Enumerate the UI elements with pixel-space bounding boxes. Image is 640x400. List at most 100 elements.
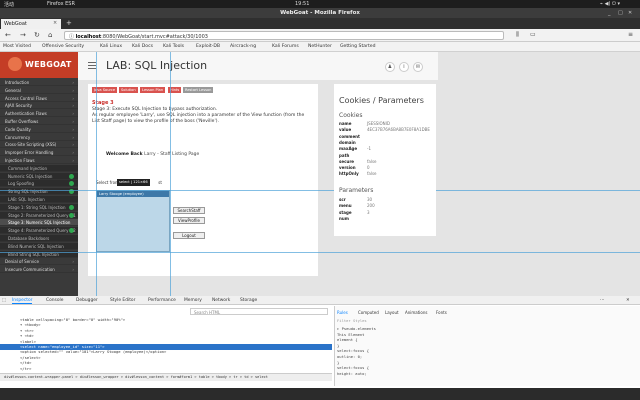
cookie-key: version [339, 165, 356, 171]
tab-computed[interactable]: Computed [358, 310, 379, 315]
bookmark-kali-tools[interactable]: Kali Tools [163, 44, 184, 49]
sidebar-item[interactable]: Improper Error Handling › [0, 149, 78, 157]
sidebar-item[interactable]: Numeric SQL Injection [0, 172, 78, 180]
bookmark-kali-linux[interactable]: Kali Linux [100, 44, 122, 49]
markup-line[interactable]: <table cellspacing="0" border="0" width=… [20, 317, 125, 322]
bookmark-kali-docs[interactable]: Kali Docs [132, 44, 153, 49]
sidebar-item[interactable]: Database Backdoors [0, 235, 78, 242]
search-staff-button[interactable]: SearchStaff [173, 207, 205, 214]
sidebar-item[interactable]: Authentication Flaws › [0, 110, 78, 118]
forward-icon[interactable]: → [20, 31, 26, 39]
pick-element-icon[interactable]: ⬚ [2, 298, 6, 303]
view-profile-button[interactable]: ViewProfile [173, 217, 205, 224]
sidebar-item[interactable]: General › [0, 87, 78, 94]
markup-line[interactable]: ▾ <tbody> [20, 322, 41, 327]
sidebar-item[interactable]: Stage 1: String SQL Injection [0, 203, 78, 211]
sidebar-item[interactable]: Stage 2: Parameterized Query #1 [0, 211, 78, 219]
reload-icon[interactable]: ↻ [34, 31, 40, 39]
bookmark-nethunter[interactable]: NetHunter [308, 44, 332, 49]
activities-button[interactable]: 活动 [4, 1, 14, 8]
solution-button[interactable]: Solution [119, 87, 138, 93]
sidebar-item[interactable]: Insecure Communication › [0, 266, 78, 274]
tab-fonts[interactable]: Fonts [436, 310, 447, 315]
sidebar-item[interactable]: Stage 4: Parameterized Query #2 [0, 227, 78, 235]
messages-icon[interactable]: ✉ [413, 62, 423, 72]
sidebar-item-label: Database Backdoors [8, 236, 50, 241]
maximize-icon[interactable]: □ [618, 10, 623, 16]
close-icon[interactable]: ✕ [628, 10, 632, 16]
sidebar-item[interactable]: Blind Numeric SQL Injection [0, 242, 78, 250]
clock[interactable]: 19:51 [295, 1, 309, 7]
sidebar-item[interactable]: Command Injection [0, 164, 78, 172]
bookmark-kali-forums[interactable]: Kali Forums [272, 44, 299, 49]
sidebar-item[interactable]: Injection Flaws › [0, 157, 78, 164]
tab-storage[interactable]: Storage [240, 298, 257, 303]
markup-line[interactable]: ▾ <td> [20, 333, 34, 338]
logout-button[interactable]: Logout [173, 232, 205, 239]
new-tab-button[interactable]: + [66, 19, 72, 27]
sidebar-item[interactable]: Log Spoofing [0, 180, 78, 188]
restart-lesson-button[interactable]: Restart Lesson [183, 87, 214, 93]
minimize-icon[interactable]: _ [608, 10, 611, 16]
tab-close-icon[interactable]: × [53, 20, 57, 26]
tab-inspector[interactable]: Inspector [12, 298, 33, 304]
sidebar-item[interactable]: Stage 3: Numeric SQL Injection [0, 219, 78, 227]
devtools-options-icon[interactable]: ⋯ [600, 298, 604, 303]
system-indicators[interactable]: ⌁ ◀) ⏻ ▾ [600, 1, 620, 7]
app-menu[interactable]: Firefox ESR [47, 1, 75, 7]
bookmark-most-visited[interactable]: Most Visited [3, 44, 31, 49]
lesson-plan-button[interactable]: Lesson Plan [140, 87, 166, 93]
tab-memory[interactable]: Memory [184, 298, 202, 303]
sidebar-item[interactable]: Denial of Service › [0, 258, 78, 266]
node-breadcrumb[interactable]: div#lesson-content-wrapper.panel > div#l… [0, 373, 332, 381]
bookmark-getting-started[interactable]: Getting Started [340, 44, 376, 49]
tab-webgoat[interactable]: WebGoat [1, 19, 61, 29]
sidebar-icon[interactable]: ▭ [530, 31, 536, 38]
home-icon[interactable]: ⌂ [48, 31, 52, 39]
markup-line[interactable]: <select name="employee_id" size="11"> [20, 344, 105, 349]
sidebar-item[interactable]: LAB: SQL Injection [0, 196, 78, 203]
tab-performance[interactable]: Performance [148, 298, 176, 303]
tab-console[interactable]: Console [46, 298, 63, 303]
bookmark-aircrack[interactable]: Aircrack-ng [230, 44, 256, 49]
tab-animations[interactable]: Animations [405, 310, 427, 315]
hamburger-icon[interactable] [88, 62, 96, 69]
tab-network[interactable]: Network [212, 298, 230, 303]
markup-line[interactable]: </tr> [20, 366, 31, 371]
markup-line[interactable]: <option selected="" value="101">Larry St… [20, 349, 166, 354]
sidebar-item[interactable]: Cross-Site Scripting (XSS) › [0, 141, 78, 149]
cookie-key: value [339, 127, 352, 133]
markup-line[interactable]: ▾ <tr> [20, 328, 34, 333]
url-bar[interactable]: ⓘ localhost:8080/WebGoat/start.mvc#attac… [64, 31, 504, 40]
bookmark-offensive-security[interactable]: Offensive Security [42, 44, 84, 49]
welcome-subtitle: Larry - Staff Listing Page [144, 152, 200, 157]
filter-styles-input[interactable]: Filter Styles [337, 318, 367, 323]
html-search-input[interactable]: Search HTML [190, 308, 328, 315]
markup-line[interactable]: <label> [20, 339, 36, 344]
rule-line: This Element [337, 331, 365, 337]
info-icon[interactable]: ⓘ [69, 34, 76, 40]
markup-line[interactable]: </td> [20, 360, 31, 365]
devtools-close-icon[interactable]: ✕ [626, 298, 630, 303]
webgoat-logo[interactable]: WEBGOAT [0, 52, 78, 78]
employee-option[interactable]: Larry Stooge (employee) [97, 191, 169, 197]
sidebar-item[interactable]: AJAX Security › [0, 102, 78, 110]
chevron-right-icon: › [72, 134, 74, 140]
menu-icon[interactable]: ≡ [628, 31, 633, 38]
bookmark-exploit-db[interactable]: Exploit-DB [196, 44, 220, 49]
sidebar-item[interactable]: Concurrency › [0, 134, 78, 141]
user-icon[interactable]: ♟ [385, 62, 395, 72]
sidebar-item[interactable]: Code Quality › [0, 126, 78, 133]
tab-rules[interactable]: Rules [337, 310, 348, 315]
back-icon[interactable]: ← [5, 31, 11, 39]
info-circle-icon[interactable]: i [399, 62, 409, 72]
tab-style-editor[interactable]: Style Editor [110, 298, 135, 303]
sidebar-item[interactable]: Introduction › [0, 79, 78, 86]
tab-layout[interactable]: Layout [385, 310, 399, 315]
sidebar-item[interactable]: Access Control Flaws › [0, 95, 78, 102]
sidebar-item[interactable]: Buffer Overflows › [0, 118, 78, 125]
employee-select[interactable] [96, 190, 170, 252]
tab-debugger[interactable]: Debugger [76, 298, 98, 303]
library-icon[interactable]: ⫼ [516, 31, 519, 39]
markup-line[interactable]: </select> [20, 355, 41, 360]
